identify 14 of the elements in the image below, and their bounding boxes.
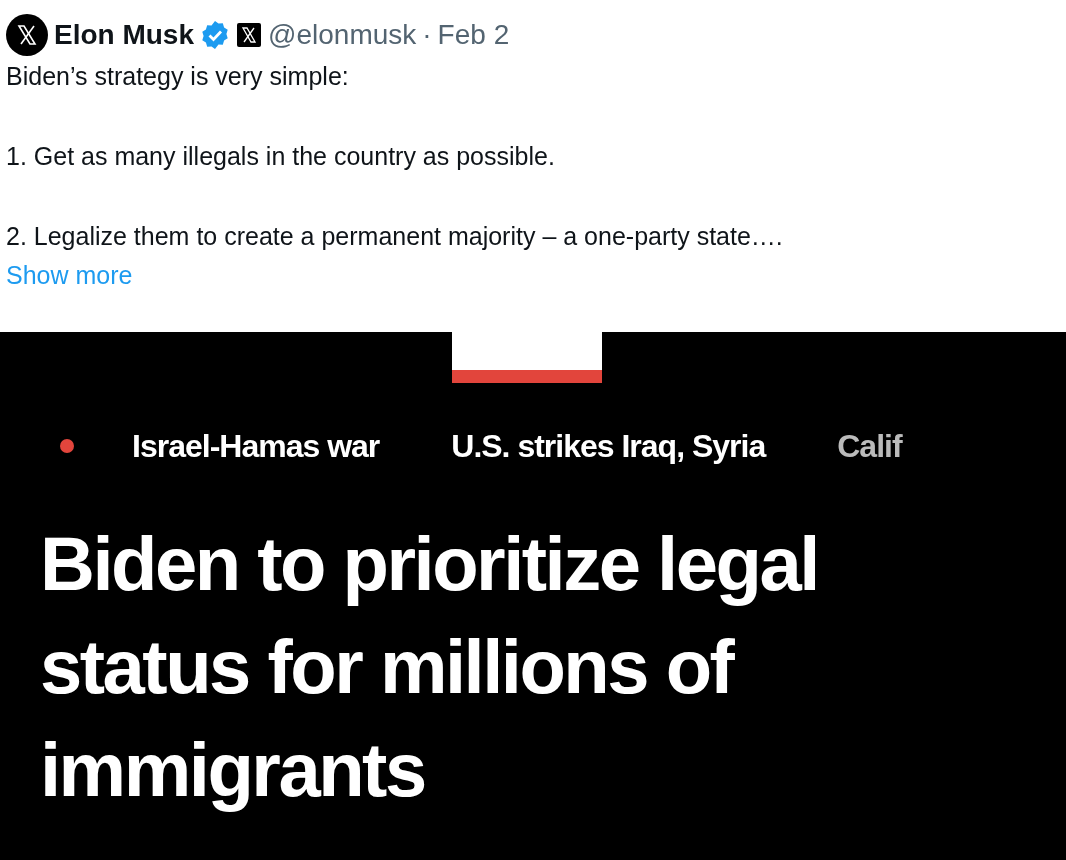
- tweet-paragraph: 1. Get as many illegals in the country as possible.: [6, 141, 556, 172]
- tweet-date[interactable]: Feb 2: [437, 16, 510, 54]
- trending-link[interactable]: Israel-Hamas war: [132, 422, 380, 470]
- x-logo-icon: [236, 22, 262, 48]
- tweet-paragraph: Biden’s strategy is very simple:: [6, 61, 350, 92]
- author-handle[interactable]: @elonmusk: [268, 16, 417, 54]
- trending-link[interactable]: U.S. strikes Iraq, Syria: [451, 422, 766, 470]
- trending-link[interactable]: Calif: [837, 422, 902, 470]
- author-name[interactable]: Elon Musk: [54, 16, 194, 54]
- headline: Biden to prioritize legal status for millions of immigrants: [40, 520, 819, 814]
- live-dot: [60, 439, 74, 453]
- separator: ·: [422, 18, 432, 52]
- avatar-icon[interactable]: [6, 14, 48, 56]
- tweet-paragraph: 2. Legalize them to create a permanent majority – a one-party state….: [6, 221, 784, 252]
